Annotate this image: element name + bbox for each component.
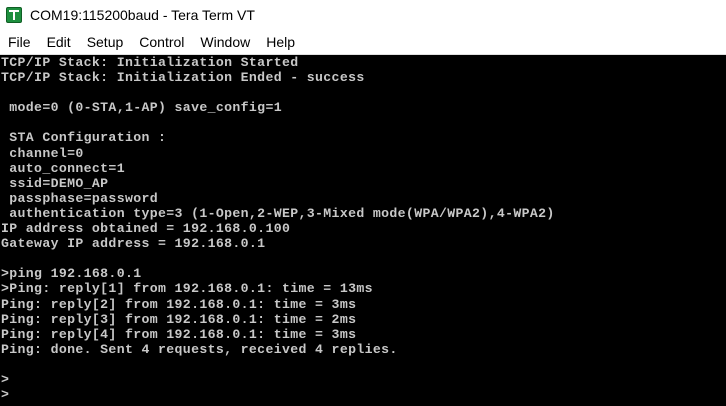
terminal-output[interactable]: TCP/IP Stack: Initialization Started TCP… — [0, 55, 726, 406]
menu-control[interactable]: Control — [131, 32, 192, 52]
title-bar[interactable]: COM19:115200baud - Tera Term VT — [0, 0, 726, 30]
terminal-line: Gateway IP address = 192.168.0.1 — [1, 236, 266, 252]
menu-file[interactable]: File — [0, 32, 39, 52]
terminal-line: ssid=DEMO_AP — [1, 175, 109, 191]
window-title: COM19:115200baud - Tera Term VT — [30, 7, 255, 23]
terminal-line: STA Configuration : — [1, 130, 167, 146]
terminal-line: TCP/IP Stack: Initialization Ended - suc… — [1, 70, 365, 86]
terminal-line: auto_connect=1 — [1, 160, 125, 176]
terminal-line: >ping 192.168.0.1 — [1, 266, 142, 282]
terminal-line: > — [1, 371, 10, 387]
menu-window[interactable]: Window — [192, 32, 258, 52]
terminal-line: channel=0 — [1, 145, 84, 161]
terminal-line: passphase=password — [1, 190, 159, 206]
terminal-line: TCP/IP Stack: Initialization Started — [1, 55, 299, 70]
terminal-line: Ping: reply[4] from 192.168.0.1: time = … — [1, 326, 357, 342]
menu-bar: File Edit Setup Control Window Help — [0, 30, 726, 55]
terminal-line: Ping: reply[2] from 192.168.0.1: time = … — [1, 296, 357, 312]
terminal-line: authentication type=3 (1-Open,2-WEP,3-Mi… — [1, 205, 555, 221]
terminal-line: >Ping: reply[1] from 192.168.0.1: time =… — [1, 281, 373, 297]
terminal-line: > — [1, 387, 10, 403]
menu-edit[interactable]: Edit — [39, 32, 79, 52]
terminal-line: Ping: reply[3] from 192.168.0.1: time = … — [1, 311, 357, 327]
terminal-line: IP address obtained = 192.168.0.100 — [1, 221, 291, 237]
terminal-line: Ping: done. Sent 4 requests, received 4 … — [1, 341, 398, 357]
terminal-lines: TCP/IP Stack: Initialization Started TCP… — [0, 55, 726, 402]
menu-help[interactable]: Help — [258, 32, 303, 52]
tera-term-icon[interactable] — [6, 7, 22, 23]
terminal-line: mode=0 (0-STA,1-AP) save_config=1 — [1, 100, 282, 116]
menu-setup[interactable]: Setup — [79, 32, 132, 52]
